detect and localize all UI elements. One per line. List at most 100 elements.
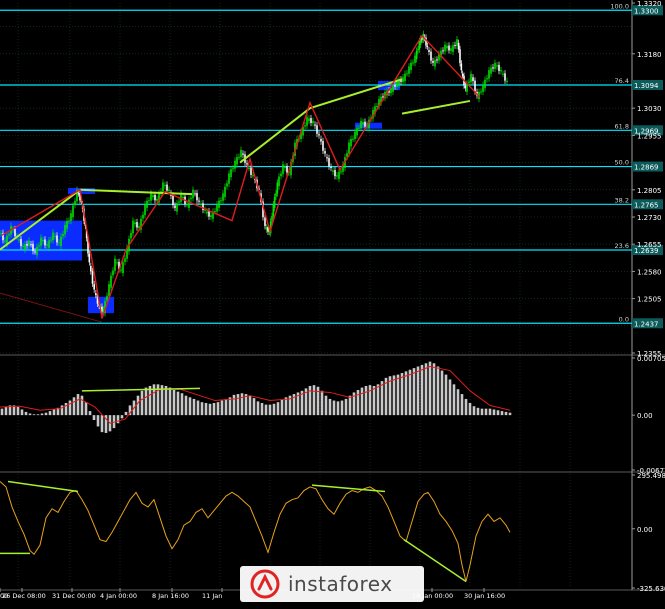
candle-body <box>250 167 252 175</box>
fib-level-label: 0.0 <box>619 315 629 323</box>
candle-body <box>146 200 148 208</box>
candle-body <box>275 193 277 197</box>
level-price-label: 1.2869 <box>634 164 659 172</box>
macd-tick-label: 0.00 <box>637 412 653 420</box>
candle-body <box>246 163 248 165</box>
macd-bar <box>264 404 268 416</box>
candle-body <box>426 45 429 47</box>
candle-body <box>242 153 244 155</box>
candle-body <box>486 78 488 80</box>
candle-body <box>470 73 472 83</box>
macd-bar <box>396 374 400 416</box>
candle-body <box>394 85 396 87</box>
candle-body <box>72 205 74 217</box>
macd-bar <box>436 366 440 416</box>
macd-bar <box>496 410 500 416</box>
macd-bar <box>284 397 288 416</box>
macd-bar <box>248 395 252 416</box>
candle-body <box>208 211 210 217</box>
candle-body <box>48 240 50 248</box>
candle-body <box>352 138 354 140</box>
watermark-text: instaforex <box>288 572 393 596</box>
candle-body <box>150 193 152 201</box>
macd-bar <box>236 394 240 416</box>
forex-chart: 100.0 1.3300 76.4 1.3094 61.8 1.2969 50.0 1.286… <box>0 0 665 605</box>
candle-body <box>350 139 352 147</box>
macd-bar <box>168 387 172 416</box>
macd-bar <box>508 412 512 416</box>
candle-body <box>334 170 336 177</box>
macd-bar <box>204 402 208 416</box>
candle-body <box>182 197 184 199</box>
candle-body <box>236 157 238 165</box>
candle-body <box>42 239 44 242</box>
candle-body <box>468 81 470 84</box>
candle-body <box>234 160 236 169</box>
candle-body <box>40 237 42 246</box>
candle-body <box>408 66 410 74</box>
macd-bar <box>80 395 84 416</box>
candle-body <box>176 203 178 212</box>
candle-body <box>415 50 418 60</box>
fib-level-label: 50.0 <box>615 159 629 167</box>
macd-bar <box>428 361 432 416</box>
candle-body <box>314 124 316 126</box>
candle-body <box>496 65 498 67</box>
macd-bar <box>452 384 456 416</box>
candle-body <box>392 85 394 92</box>
fib-level-label: 76.4 <box>615 77 629 85</box>
candle-body <box>38 245 40 247</box>
candle-body <box>216 204 218 212</box>
macd-bar <box>200 402 204 416</box>
candle-body <box>434 59 436 67</box>
macd-bar <box>240 393 244 416</box>
macd-tick-label: 0.00705 <box>637 355 665 363</box>
candle-body <box>414 55 416 63</box>
candle-body <box>240 149 242 158</box>
macd-bar <box>92 415 96 420</box>
candle-body <box>20 239 22 247</box>
candle-body <box>410 62 412 71</box>
candle-body <box>442 50 444 52</box>
candle-body <box>264 217 266 227</box>
candle-body <box>316 125 318 134</box>
macd-bar <box>144 387 148 416</box>
level-price-label: 1.2437 <box>634 320 659 328</box>
macd-bar <box>356 390 360 416</box>
candle-body <box>428 50 430 52</box>
macd-bar <box>268 404 272 416</box>
candle-body <box>206 211 208 214</box>
candle-body <box>432 61 434 63</box>
macd-bar <box>140 390 144 416</box>
candle-body <box>238 156 240 158</box>
candle-body <box>230 169 232 178</box>
macd-bar <box>424 363 428 416</box>
candle-body <box>492 67 494 69</box>
candle-body <box>232 168 234 170</box>
macd-bar <box>164 385 168 416</box>
x-axis-label: 26 Dec 08:00 <box>2 592 46 600</box>
candle-body <box>88 253 91 263</box>
macd-bar <box>272 403 276 416</box>
fib-level-label: 23.6 <box>615 242 629 250</box>
macd-bar <box>216 402 220 416</box>
macd-bar <box>224 398 228 416</box>
level-price-label: 1.3300 <box>634 7 659 15</box>
candle-body <box>194 193 196 195</box>
macd-bar <box>476 407 480 416</box>
candle-body <box>304 125 306 127</box>
price-tick-label: 1.2805 <box>637 187 662 195</box>
candle-body <box>328 157 330 167</box>
x-axis-label: 4 Jan 00:00 <box>100 592 137 600</box>
candle-body <box>132 220 134 234</box>
level-price-label: 1.3094 <box>634 82 659 90</box>
macd-bar <box>480 408 484 416</box>
cci-tick-label: -325.6301 <box>637 585 665 593</box>
candle-body <box>124 258 126 262</box>
macd-bar <box>432 363 436 416</box>
macd-bar <box>488 408 492 416</box>
candle-body <box>280 173 282 177</box>
macd-bar <box>392 375 396 416</box>
instaforex-watermark: instaforex <box>240 566 424 602</box>
macd-bar <box>420 364 424 416</box>
